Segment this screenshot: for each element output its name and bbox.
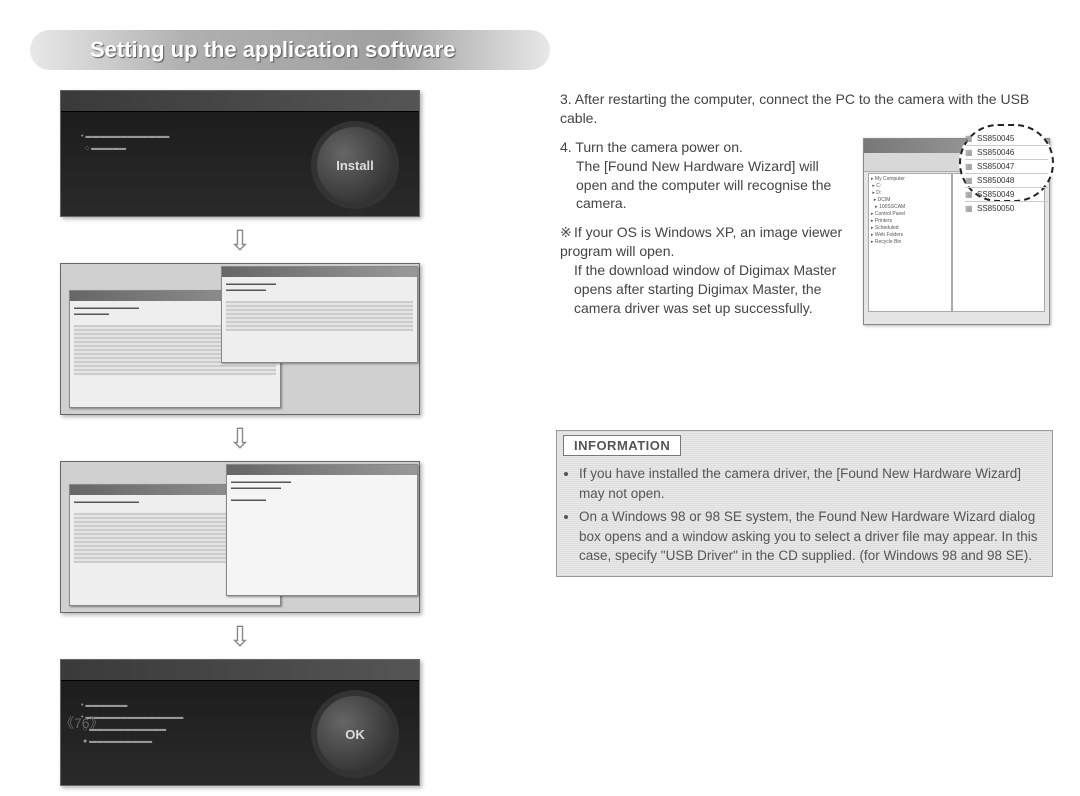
information-box: INFORMATION If you have installed the ca… (556, 430, 1053, 577)
page-number: 《76》 (60, 713, 104, 733)
right-text-column: 3. After restarting the computer, connec… (560, 90, 1050, 335)
explorer-thumbnail: ▸ My Computer ▸ C: ▸ D: ▸ DCIM ▸ 100SSCA… (863, 138, 1050, 325)
installer-figure-3: ▬▬▬▬▬▬▬▬▬▬▬▬▬ ▬▬▬▬▬▬▬▬▬▬▬▬▬▬▬▬▬▬▬▬▬▬▬▬▬▬… (60, 461, 420, 613)
arrow-down-icon: ⇩ (60, 623, 420, 651)
install-button-image: Install (311, 121, 399, 209)
note-line2: If the download window of Digimax Master… (560, 261, 851, 318)
installer-figure-1: • ▬▬▬▬▬▬▬▬▬▬▬▬ ○ ▬▬▬▬▬ Install (60, 90, 420, 217)
step-3: 3. After restarting the computer, connec… (560, 90, 1050, 128)
note-line1: ※If your OS is Windows XP, an image view… (560, 223, 851, 261)
file-list-callout: SS850045 SS850046 SS850047 SS850048 SS85… (959, 124, 1054, 202)
info-bullet-2: On a Windows 98 or 98 SE system, the Fou… (579, 507, 1042, 566)
arrow-down-icon: ⇩ (60, 227, 420, 255)
page-title: Setting up the application software (30, 30, 550, 70)
left-figure-column: • ▬▬▬▬▬▬▬▬▬▬▬▬ ○ ▬▬▬▬▬ Install ⇩ ▬▬▬▬▬▬▬… (60, 90, 420, 796)
step-4-line2: The [Found New Hardware Wizard] will ope… (560, 157, 851, 214)
ok-button-image: OK (311, 690, 399, 778)
installer-figure-2: ▬▬▬▬▬▬▬▬▬▬▬▬▬▬▬▬▬▬▬▬ ▬▬▬▬▬▬▬▬▬▬▬▬▬▬▬▬▬▬ (60, 263, 420, 415)
step-4-line1: 4. Turn the camera power on. (560, 138, 851, 157)
info-bullet-1: If you have installed the camera driver,… (579, 464, 1042, 503)
information-header: INFORMATION (563, 435, 681, 456)
installer-figure-4: • ▬▬▬▬▬▬• ▬▬▬▬▬▬▬▬▬▬▬▬▬▬ ○ ▬▬▬▬▬▬▬▬▬▬▬ ●… (60, 659, 420, 786)
arrow-down-icon: ⇩ (60, 425, 420, 453)
